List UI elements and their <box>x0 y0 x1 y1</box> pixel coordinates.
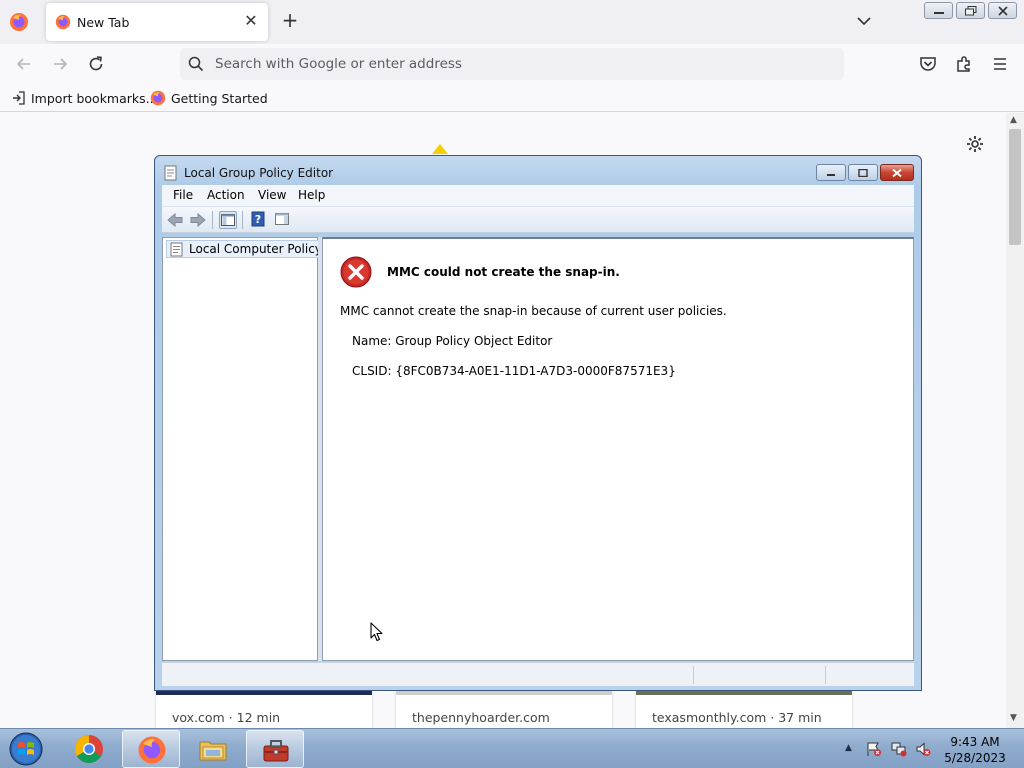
tab-title: New Tab <box>77 15 130 30</box>
clock-date: 5/28/2023 <box>944 751 1006 765</box>
show-hide-console-tree-icon[interactable] <box>219 211 237 229</box>
address-placeholder: Search with Google or enter address <box>215 56 462 72</box>
taskbar-firefox[interactable] <box>122 730 180 768</box>
window-controls <box>816 164 914 181</box>
import-bookmarks-link[interactable]: Import bookmarks... <box>12 90 158 106</box>
firefox-icon <box>150 90 166 106</box>
menu-action[interactable]: Action <box>207 188 245 202</box>
policy-document-icon <box>164 165 178 181</box>
extensions-icon[interactable] <box>954 54 974 74</box>
close-button[interactable] <box>880 164 914 181</box>
new-tab-button[interactable]: + <box>280 10 300 30</box>
story-card[interactable]: vox.com · 12 min <box>156 691 372 728</box>
snapin-clsid: CLSID: {8FC0B734-A0E1-11D1-A7D3-0000F875… <box>352 364 676 378</box>
network-icon[interactable] <box>891 741 907 757</box>
taskbar-chrome[interactable] <box>60 730 118 768</box>
firefox-view-icon[interactable] <box>9 12 29 32</box>
error-title: MMC could not create the snap-in. <box>387 265 620 279</box>
import-icon <box>13 91 25 105</box>
minimize-button[interactable] <box>816 164 846 181</box>
start-button[interactable] <box>7 731 45 767</box>
action-center-flag-icon[interactable] <box>866 741 882 757</box>
page-scrollbar[interactable]: ▲ ▼ <box>1006 113 1024 728</box>
window-title: Local Group Policy Editor <box>184 166 334 180</box>
toolbar: ? <box>162 207 914 233</box>
tab-strip: New Tab ✕ + <box>0 0 1024 44</box>
story-source: texasmonthly.com · 37 min <box>652 710 822 725</box>
tab-new-tab[interactable]: New Tab ✕ <box>46 3 268 41</box>
console-tree: Local Computer Policy <box>162 237 327 661</box>
toolbox-icon <box>263 740 289 762</box>
highlight-marker <box>432 144 448 154</box>
search-icon <box>188 56 204 72</box>
gear-icon[interactable] <box>966 135 984 153</box>
import-bookmarks-label: Import bookmarks... <box>31 90 158 106</box>
scroll-down-icon[interactable]: ▼ <box>1010 713 1017 723</box>
taskbar-file-explorer[interactable] <box>184 730 242 768</box>
taskbar-toolbox[interactable] <box>246 730 304 768</box>
address-bar[interactable]: Search with Google or enter address <box>180 48 844 80</box>
scrollbar-thumb[interactable] <box>1009 129 1021 245</box>
tree-item-label: Local Computer Policy <box>189 242 322 256</box>
navigation-toolbar: Search with Google or enter address <box>0 44 1024 84</box>
story-card[interactable]: texasmonthly.com · 37 min <box>636 691 852 728</box>
svg-text:?: ? <box>255 213 261 226</box>
back-arrow-icon[interactable] <box>166 211 184 229</box>
error-icon <box>340 256 372 288</box>
menu-bar: File Action View Help <box>162 185 914 207</box>
close-tab-icon[interactable]: ✕ <box>242 12 260 30</box>
close-button[interactable] <box>988 2 1017 19</box>
bookmarks-toolbar: Import bookmarks... Getting Started <box>0 84 1024 112</box>
window-titlebar[interactable]: Local Group Policy Editor <box>155 156 921 186</box>
volume-muted-icon[interactable] <box>915 741 931 757</box>
story-source: thepennyhoarder.com <box>412 710 550 725</box>
folder-icon <box>199 741 227 761</box>
firefox-icon <box>138 736 166 764</box>
forward-arrow-icon[interactable] <box>189 211 207 229</box>
tree-item-local-computer-policy[interactable]: Local Computer Policy <box>166 240 327 258</box>
hamburger-menu-icon[interactable] <box>990 54 1010 74</box>
system-clock[interactable]: 9:43 AM 5/28/2023 <box>940 734 1010 766</box>
snapin-name: Name: Group Policy Object Editor <box>352 334 553 348</box>
forward-arrow-icon[interactable] <box>50 54 70 74</box>
window-controls <box>924 2 1017 20</box>
result-pane: MMC could not create the snap-in. MMC ca… <box>322 237 914 661</box>
mouse-pointer-icon <box>370 622 384 642</box>
help-icon[interactable]: ? <box>250 211 268 229</box>
getting-started-label: Getting Started <box>171 90 268 106</box>
menu-view[interactable]: View <box>258 188 286 202</box>
show-hide-action-pane-icon[interactable] <box>274 211 292 229</box>
chrome-icon <box>75 735 103 763</box>
restore-button[interactable] <box>956 2 985 19</box>
maximize-button[interactable] <box>848 164 878 181</box>
menu-help[interactable]: Help <box>298 188 325 202</box>
story-source: vox.com · 12 min <box>172 710 281 725</box>
taskbar: ▲ 9:43 AM 5/28/2023 <box>0 728 1024 768</box>
minimize-button[interactable] <box>924 2 953 19</box>
reload-icon[interactable] <box>86 54 106 74</box>
getting-started-link[interactable]: Getting Started <box>150 90 268 106</box>
policy-document-icon <box>170 242 184 257</box>
group-policy-editor-window: Local Group Policy Editor File Action Vi… <box>154 155 922 691</box>
menu-file[interactable]: File <box>173 188 193 202</box>
firefox-icon <box>55 14 71 30</box>
error-message: MMC cannot create the snap-in because of… <box>340 304 727 318</box>
chevron-down-icon[interactable] <box>855 12 873 30</box>
back-arrow-icon[interactable] <box>14 54 34 74</box>
story-card[interactable]: thepennyhoarder.com <box>396 691 612 728</box>
status-bar <box>162 662 914 686</box>
scroll-up-icon[interactable]: ▲ <box>1010 115 1017 125</box>
pocket-icon[interactable] <box>918 54 938 74</box>
show-hidden-icons-icon[interactable]: ▲ <box>845 743 852 753</box>
clock-time: 9:43 AM <box>950 735 1000 749</box>
